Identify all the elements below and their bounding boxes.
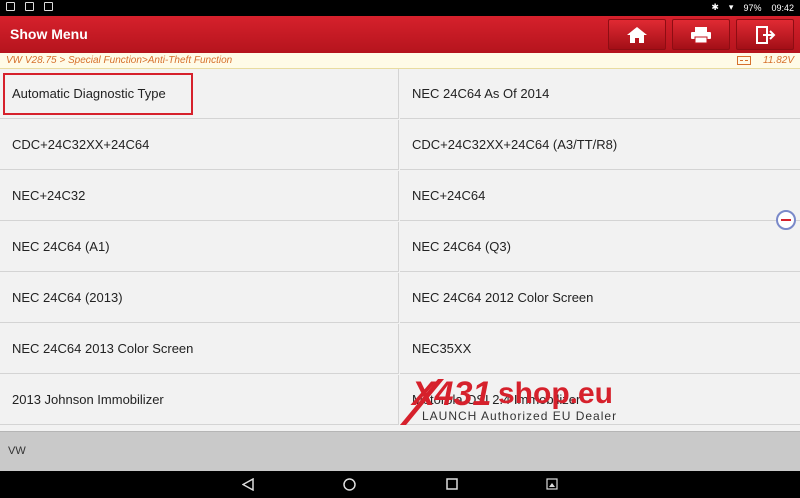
menu-item-nec-24c64[interactable]: NEC+24C64 xyxy=(400,171,800,221)
voltage-readout: 11.82V xyxy=(763,55,794,66)
menu-item-nec-24c64-2012-color-screen[interactable]: NEC 24C64 2012 Color Screen xyxy=(400,273,800,323)
home-button[interactable] xyxy=(608,19,666,50)
watermark-logo: X431 shop.eu LAUNCH Authorized EU Dealer xyxy=(398,375,638,431)
breadcrumb: VW V28.75 > Special Function>Anti-Theft … xyxy=(6,55,233,66)
menu-item-label: NEC+24C32 xyxy=(12,188,86,203)
battery-level: 97% xyxy=(743,2,762,13)
menu-item-label: NEC 24C64 (2013) xyxy=(12,290,123,305)
menu-item-automatic-diagnostic-type[interactable]: Automatic Diagnostic Type xyxy=(0,69,399,119)
menu-item-nec-24c32[interactable]: NEC+24C32 xyxy=(0,171,399,221)
print-button[interactable] xyxy=(672,19,730,50)
menu-item-nec-24c64-q3[interactable]: NEC 24C64 (Q3) xyxy=(400,222,800,272)
footer-bar: VW xyxy=(0,431,800,471)
exit-icon xyxy=(756,25,776,44)
status-bar: ✱ ▾ 97% 09:42 xyxy=(0,0,800,16)
android-nav-bar xyxy=(0,471,800,498)
menu-item-label: NEC 24C64 2012 Color Screen xyxy=(412,290,594,305)
menu-item-nec-24c64-a1[interactable]: NEC 24C64 (A1) xyxy=(0,222,399,272)
back-icon[interactable] xyxy=(242,478,254,491)
page-title: Show Menu xyxy=(10,26,88,42)
recents-icon[interactable] xyxy=(446,478,458,490)
wifi-icon: ▾ xyxy=(728,2,734,12)
bluetooth-icon: ✱ xyxy=(711,2,719,12)
watermark-tagline: LAUNCH Authorized EU Dealer xyxy=(422,409,618,423)
screenshot-icon[interactable] xyxy=(546,478,558,490)
settings-icon xyxy=(25,2,34,11)
print-icon xyxy=(691,26,711,43)
menu-item-nec-24c64-2013[interactable]: NEC 24C64 (2013) xyxy=(0,273,399,323)
menu-item-label: CDC+24C32XX+24C64 xyxy=(12,137,150,152)
menu-item-label: 2013 Johnson Immobilizer xyxy=(12,392,164,407)
floating-assist-button[interactable] xyxy=(776,210,796,230)
menu-item-label: NEC35XX xyxy=(412,341,472,356)
home-nav-icon[interactable] xyxy=(343,478,356,491)
watermark-brand-shop: shop.eu xyxy=(498,377,614,410)
path-bar: VW V28.75 > Special Function>Anti-Theft … xyxy=(0,53,800,69)
menu-item-cdc-24c32xx-24c64-a3-tt-r8[interactable]: CDC+24C32XX+24C64 (A3/TT/R8) xyxy=(400,120,800,170)
home-icon xyxy=(627,26,647,43)
menu-item-label: Automatic Diagnostic Type xyxy=(12,86,166,101)
vehicle-label: VW xyxy=(8,445,26,457)
menu-item-label: NEC 24C64 (Q3) xyxy=(412,239,511,254)
menu-item-label: NEC+24C64 xyxy=(412,188,486,203)
clock: 09:42 xyxy=(771,2,794,13)
battery-icon xyxy=(737,56,752,65)
menu-item-nec35xx[interactable]: NEC35XX xyxy=(400,324,800,374)
image-icon xyxy=(44,2,53,11)
menu-item-label: CDC+24C32XX+24C64 (A3/TT/R8) xyxy=(412,137,618,152)
exit-button[interactable] xyxy=(736,19,794,50)
menu-item-nec-24c64-as-of-2014[interactable]: NEC 24C64 As Of 2014 xyxy=(400,69,800,119)
menu-item-label: NEC 24C64 (A1) xyxy=(12,239,110,254)
menu-item-nec-24c64-2013-color-screen[interactable]: NEC 24C64 2013 Color Screen xyxy=(0,324,399,374)
menu-item-2013-johnson-immobilizer[interactable]: 2013 Johnson Immobilizer xyxy=(0,375,399,425)
menu-item-label: NEC 24C64 As Of 2014 xyxy=(412,86,550,101)
header: Show Menu xyxy=(0,16,800,53)
notification-icon xyxy=(6,2,15,11)
menu-item-label: NEC 24C64 2013 Color Screen xyxy=(12,341,194,356)
menu-item-cdc-24c32xx-24c64[interactable]: CDC+24C32XX+24C64 xyxy=(0,120,399,170)
